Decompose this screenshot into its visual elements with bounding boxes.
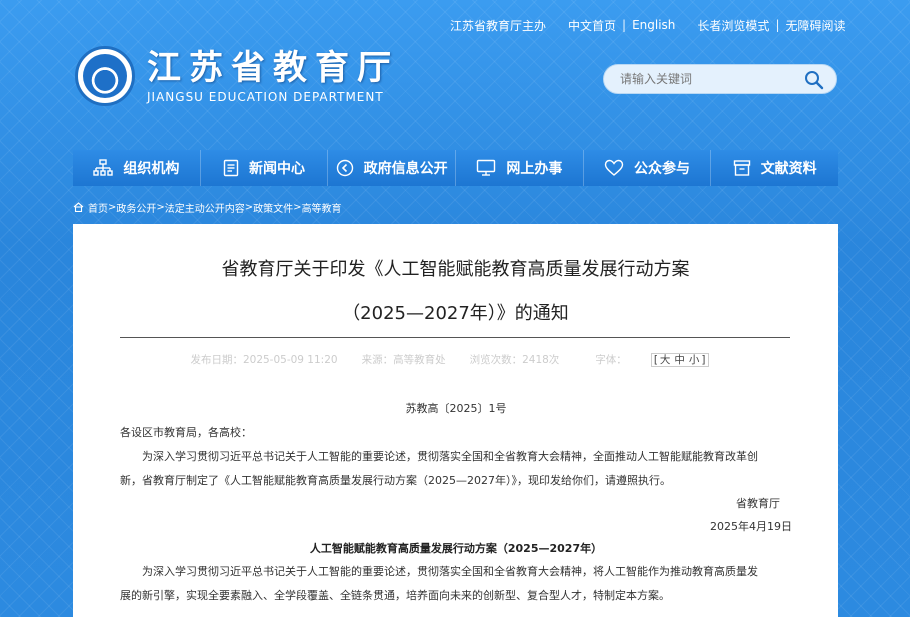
home-icon bbox=[73, 202, 84, 212]
article-card: 省教育厅关于印发《人工智能赋能教育高质量发展行动方案 （2025—2027年）》… bbox=[73, 224, 838, 617]
search-icon[interactable] bbox=[804, 70, 824, 90]
font-small-button[interactable]: 小 bbox=[689, 354, 700, 366]
nav-label: 文献资料 bbox=[760, 161, 817, 177]
english-link[interactable]: English bbox=[632, 18, 675, 32]
emblem-icon bbox=[75, 46, 135, 106]
nav-label: 政府信息公开 bbox=[363, 161, 448, 177]
salutation: 各设区市教育局，各高校： bbox=[120, 426, 252, 439]
heart-icon bbox=[604, 159, 624, 176]
archive-icon bbox=[733, 160, 750, 176]
font-medium-button[interactable]: 中 bbox=[674, 354, 685, 366]
font-large-button[interactable]: 大 bbox=[660, 354, 671, 366]
nav-label: 公众参与 bbox=[634, 161, 691, 177]
nav-item-news[interactable]: 新闻中心 bbox=[201, 150, 329, 186]
breadcrumb: 首页 > 政务公开 > 法定主动公开内容 > 政策文件 > 高等教育 bbox=[73, 200, 342, 215]
nav-label: 新闻中心 bbox=[249, 161, 305, 177]
view-count: 浏览次数：2418次 bbox=[469, 354, 560, 366]
article-title-line1: 省教育厅关于印发《人工智能赋能教育高质量发展行动方案 bbox=[221, 259, 690, 280]
title-divider bbox=[120, 337, 790, 338]
nav-item-gov-info[interactable]: 政府信息公开 bbox=[328, 150, 457, 186]
host-label: 江苏省教育厅主办 bbox=[450, 18, 547, 33]
source: 来源：高等教育处 bbox=[361, 354, 446, 366]
nav-label: 网上办事 bbox=[506, 161, 563, 177]
search-box bbox=[603, 64, 837, 94]
paragraph-2-line-1: 为深入学习贯彻习近平总书记关于人工智能的重要论述，贯彻落实全国和全省教育大会精神… bbox=[142, 565, 758, 578]
breadcrumb-policy-docs[interactable]: 政策文件 bbox=[253, 200, 293, 215]
nav-label: 组织机构 bbox=[123, 161, 180, 177]
doc-number: 苏教高〔2025〕1号 bbox=[405, 402, 507, 415]
breadcrumb-home[interactable]: 首页 bbox=[88, 200, 108, 215]
chinese-home-link[interactable]: 中文首页 bbox=[568, 17, 616, 34]
nav-item-public-participation[interactable]: 公众参与 bbox=[584, 150, 712, 186]
sign-date: 2025年4月19日 bbox=[710, 520, 792, 533]
font-size-control: 字体：[大中小] bbox=[583, 352, 720, 367]
monitor-icon bbox=[477, 159, 496, 176]
breadcrumb-gov-affairs[interactable]: 政务公开 bbox=[116, 200, 156, 215]
article-meta: 发布日期：2025-05-09 11:20 来源：高等教育处 浏览次数：2418… bbox=[73, 352, 838, 367]
paragraph-1-line-1: 为深入学习贯彻习近平总书记关于人工智能的重要论述，贯彻落实全国和全省教育大会精神… bbox=[142, 450, 758, 463]
site-name-en: JIANGSU EDUCATION DEPARTMENT bbox=[147, 90, 384, 104]
top-links: 江苏省教育厅主办 中文首页 | English 长者浏览模式 | 无障碍阅读 bbox=[450, 17, 846, 34]
site-name-cn: 江苏省教育厅 bbox=[147, 48, 399, 88]
document-icon bbox=[223, 159, 239, 177]
search-input[interactable] bbox=[620, 72, 790, 86]
breadcrumb-statutory-disclosure[interactable]: 法定主动公开内容 bbox=[165, 200, 245, 215]
signature: 省教育厅 bbox=[736, 497, 780, 510]
accessible-reading-link[interactable]: 无障碍阅读 bbox=[785, 17, 845, 34]
site-logo[interactable]: 江苏省教育厅 JIANGSU EDUCATION DEPARTMENT bbox=[75, 46, 399, 106]
main-nav: 组织机构 新闻中心 政府信息公开 网上办事 公众参与 文献资料 bbox=[73, 150, 838, 186]
plan-title: 人工智能赋能教育高质量发展行动方案（2025—2027年） bbox=[309, 542, 603, 555]
nav-item-organization[interactable]: 组织机构 bbox=[73, 150, 201, 186]
org-chart-icon bbox=[93, 159, 114, 176]
publish-date: 发布日期：2025-05-09 11:20 bbox=[190, 354, 338, 366]
paragraph-2-line-2: 展的新引擎，实现全要素融入、全学段覆盖、全链条贯通，培养面向未来的创新型、复合型… bbox=[120, 589, 670, 602]
article-title-line2: （2025—2027年）》的通知 bbox=[342, 303, 569, 324]
nav-item-online-services[interactable]: 网上办事 bbox=[456, 150, 584, 186]
breadcrumb-higher-education[interactable]: 高等教育 bbox=[302, 200, 342, 215]
paragraph-1-line-2: 新，省教育厅制定了《人工智能赋能教育高质量发展行动方案（2025—2027年）》… bbox=[120, 474, 671, 487]
elder-mode-link[interactable]: 长者浏览模式 bbox=[697, 17, 769, 34]
nav-item-documents[interactable]: 文献资料 bbox=[711, 150, 838, 186]
share-icon bbox=[336, 159, 353, 177]
